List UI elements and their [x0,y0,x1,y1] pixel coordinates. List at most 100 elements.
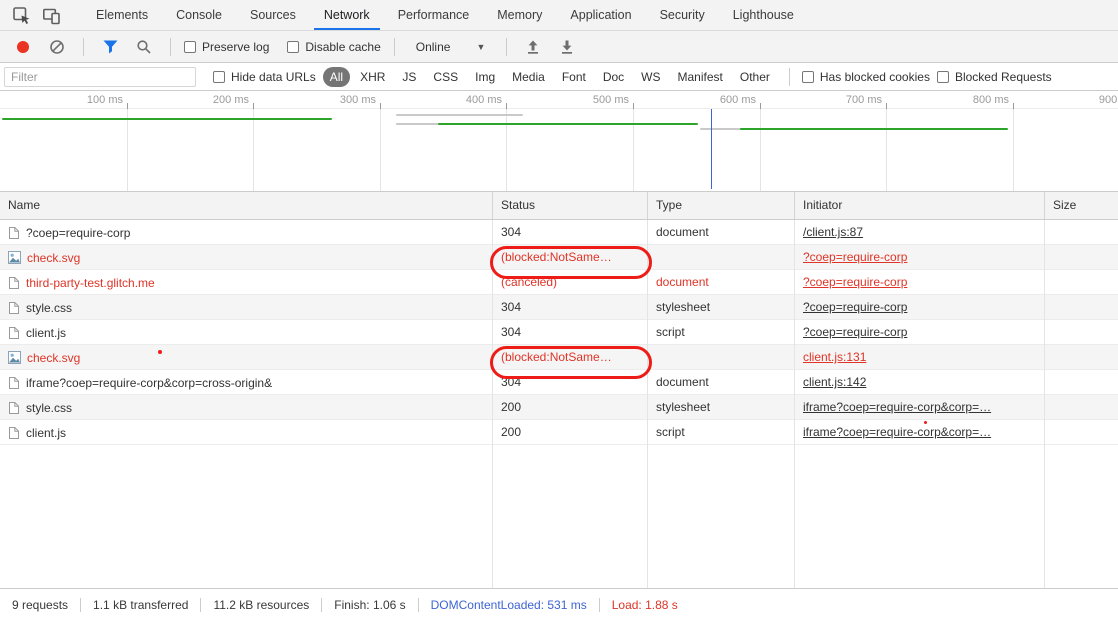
request-status: (blocked:NotSame… [493,345,648,370]
table-row[interactable]: ?coep=require-corp304document/client.js:… [0,220,1118,245]
overview-divider [0,108,1118,109]
inspect-element-icon[interactable] [8,3,34,27]
request-type: script [648,420,795,445]
request-status: 304 [493,370,648,395]
tab-console[interactable]: Console [162,0,236,30]
initiator-link[interactable]: ?coep=require-corp [803,250,907,264]
blocked-requests-label: Blocked Requests [955,70,1052,84]
filter-pill-css[interactable]: CSS [426,67,465,87]
initiator-link[interactable]: ?coep=require-corp [803,275,907,289]
overview-tick [253,103,254,109]
request-name: check.svg [27,346,80,370]
disable-cache-checkbox[interactable]: Disable cache [287,40,380,54]
document-icon [8,376,20,390]
table-row[interactable]: client.js304script?coep=require-corp [0,320,1118,345]
request-name-cell: style.css [0,295,493,320]
overview-tick-label: 100 ms [63,94,123,106]
column-header-name[interactable]: Name [0,192,493,219]
filter-pill-ws[interactable]: WS [634,67,667,87]
column-header-type[interactable]: Type [648,192,795,219]
filter-pill-font[interactable]: Font [555,67,593,87]
document-icon [8,426,20,440]
devtools-tabbar: ElementsConsoleSourcesNetworkPerformance… [0,0,1118,31]
initiator-link[interactable]: /client.js:87 [803,225,863,239]
tab-performance[interactable]: Performance [384,0,484,30]
overview-gridline [633,109,634,191]
tab-elements[interactable]: Elements [82,0,162,30]
tab-memory[interactable]: Memory [483,0,556,30]
toolbar-separator [170,38,171,56]
preserve-log-label: Preserve log [202,40,269,54]
initiator-link[interactable]: client.js:131 [803,350,866,364]
load-time: Load: 1.88 s [612,598,678,612]
overview-tick-label: 800 ms [949,94,1009,106]
toolbar-separator [394,38,395,56]
table-row[interactable]: iframe?coep=require-corp&corp=cross-orig… [0,370,1118,395]
hide-data-urls-checkbox[interactable]: Hide data URLs [213,70,316,84]
request-type: stylesheet [648,395,795,420]
device-toolbar-icon[interactable] [38,3,64,27]
blocked-requests-checkbox[interactable]: Blocked Requests [937,70,1052,84]
status-bar: 9 requests 1.1 kB transferred 11.2 kB re… [0,588,1118,620]
tab-network[interactable]: Network [310,0,384,30]
tab-application[interactable]: Application [556,0,645,30]
filter-pill-other[interactable]: Other [733,67,777,87]
column-header-size[interactable]: Size [1045,192,1118,219]
toolbar-separator [789,68,790,86]
request-status: 200 [493,395,648,420]
table-row[interactable]: style.css304stylesheet?coep=require-corp [0,295,1118,320]
throttling-dropdown[interactable]: Online ▼ [408,40,494,54]
filter-pill-media[interactable]: Media [505,67,552,87]
initiator-link[interactable]: iframe?coep=require-corp&corp=… [803,425,991,439]
statusbar-separator [321,598,322,612]
request-initiator: ?coep=require-corp [795,320,1045,345]
timeline-overview[interactable]: 100 ms200 ms300 ms400 ms500 ms600 ms700 … [0,91,1118,192]
filter-input[interactable] [4,67,196,87]
column-header-initiator[interactable]: Initiator [795,192,1045,219]
has-blocked-cookies-checkbox[interactable]: Has blocked cookies [802,70,930,84]
filter-pill-all[interactable]: All [323,67,350,87]
overview-tick [506,103,507,109]
clear-button[interactable] [44,35,70,59]
preserve-log-checkbox[interactable]: Preserve log [184,40,269,54]
export-har-icon[interactable] [520,35,546,59]
search-icon[interactable] [131,35,157,59]
request-status: (canceled) [493,270,648,295]
filter-pill-doc[interactable]: Doc [596,67,631,87]
toolbar-separator [506,38,507,56]
request-name: client.js [26,421,66,445]
request-initiator: ?coep=require-corp [795,245,1045,270]
transferred-size: 1.1 kB transferred [93,598,188,612]
tab-lighthouse[interactable]: Lighthouse [719,0,808,30]
requests-table-header: NameStatusTypeInitiatorSize [0,192,1118,220]
statusbar-separator [599,598,600,612]
table-row[interactable]: check.svg(blocked:NotSame…?coep=require-… [0,245,1118,270]
tab-sources[interactable]: Sources [236,0,310,30]
tab-security[interactable]: Security [646,0,719,30]
initiator-link[interactable]: iframe?coep=require-corp&corp=… [803,400,991,414]
record-button[interactable] [10,35,36,59]
filter-pill-manifest[interactable]: Manifest [671,67,730,87]
checkbox-icon [802,71,814,83]
statusbar-separator [418,598,419,612]
table-row[interactable]: client.js200scriptiframe?coep=require-co… [0,420,1118,445]
request-size [1045,420,1118,445]
clear-icon [49,39,65,55]
filter-pill-js[interactable]: JS [395,67,423,87]
overview-tick [380,103,381,109]
filter-pill-xhr[interactable]: XHR [353,67,392,87]
resources-size: 11.2 kB resources [213,598,309,612]
checkbox-icon [287,41,299,53]
initiator-link[interactable]: ?coep=require-corp [803,300,907,314]
overview-tick [886,103,887,109]
column-header-status[interactable]: Status [493,192,648,219]
dom-content-loaded-time: DOMContentLoaded: 531 ms [431,598,587,612]
filter-funnel-icon[interactable] [97,35,123,59]
table-row[interactable]: check.svg (blocked:NotSame… client.js:131 [0,345,1118,370]
filter-pill-img[interactable]: Img [468,67,502,87]
table-row[interactable]: style.css200stylesheetiframe?coep=requir… [0,395,1118,420]
import-har-icon[interactable] [554,35,580,59]
initiator-link[interactable]: client.js:142 [803,375,866,389]
initiator-link[interactable]: ?coep=require-corp [803,325,907,339]
table-row[interactable]: third-party-test.glitch.me(canceled)docu… [0,270,1118,295]
